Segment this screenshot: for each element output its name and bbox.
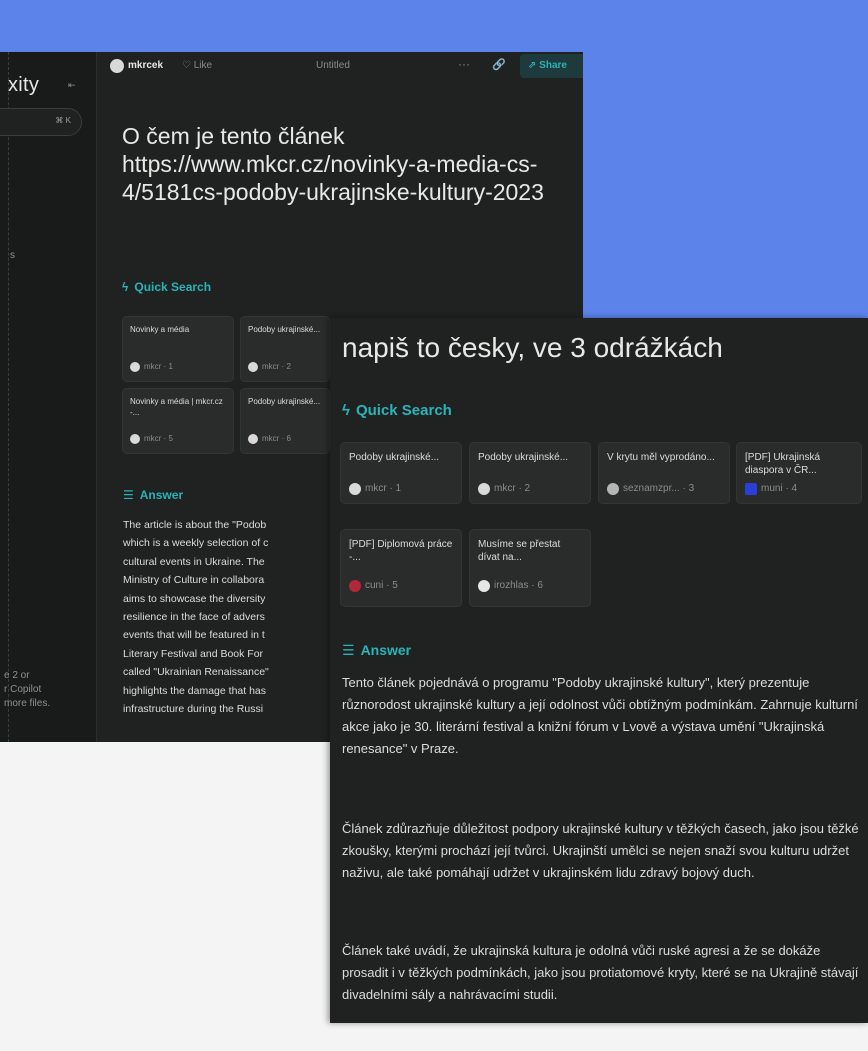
source-label: mkcr · 2: [494, 483, 531, 494]
favicon-icon: [478, 483, 490, 495]
perplexity-window-front: napiš to česky, ve 3 odrážkách ϟ Quick Se…: [330, 318, 868, 1023]
link-icon[interactable]: 🔗: [492, 58, 506, 71]
favicon-icon: [607, 483, 619, 495]
answer-heading: ☰ Answer: [342, 642, 412, 658]
answer-line: infrastructure during the Russi: [123, 703, 264, 716]
favicon-icon: [478, 580, 490, 592]
lightning-icon: ϟ: [122, 280, 129, 294]
answer-heading: ☰ Answer: [123, 488, 184, 502]
source-title: Podoby ukrajinské...: [478, 452, 569, 463]
source-card[interactable]: [PDF] Ukrajinská diaspora v ČR... muni ·…: [736, 442, 862, 504]
source-card[interactable]: Podoby ukrajinské... mkcr · 2: [469, 442, 591, 504]
brand-logo[interactable]: xity: [8, 74, 39, 97]
answer-line: Ministry of Culture in collabora: [123, 574, 265, 587]
source-card[interactable]: Podoby ukrajinské... mkcr · 6: [240, 388, 330, 454]
answer-paragraph: Článek zdůrazňuje důležitost podpory ukr…: [342, 821, 859, 880]
favicon-icon: [130, 362, 140, 372]
heart-icon: ♡: [182, 60, 191, 71]
source-card[interactable]: Podoby ukrajinské... mkcr · 2: [240, 316, 330, 382]
favicon-icon: [130, 434, 140, 444]
favicon-icon: [349, 580, 361, 592]
source-label: mkcr · 1: [365, 483, 402, 494]
source-card[interactable]: Musíme se přestat dívat na... irozhlas ·…: [469, 529, 591, 607]
favicon-icon: [349, 483, 361, 495]
source-title: Podoby ukrajinské...: [349, 452, 440, 463]
source-card[interactable]: Podoby ukrajinské... mkcr · 1: [340, 442, 462, 504]
source-label: cuni · 5: [365, 580, 398, 591]
sidebar-text-fragment: s: [10, 250, 15, 261]
answer-lines-icon: ☰: [342, 642, 355, 658]
source-label: mkcr · 2: [262, 362, 291, 371]
sidebar-text-fragment: e 2 or: [4, 670, 30, 681]
source-label: mkcr · 6: [262, 434, 291, 443]
share-icon: ⇗: [528, 60, 537, 71]
sidebar-text-fragment: r Copilot: [4, 684, 42, 695]
source-card[interactable]: Novinky a média | mkcr.cz -... mkcr · 5: [122, 388, 234, 454]
source-title: [PDF] Ukrajinská diaspora v ČR...: [745, 452, 821, 476]
source-card[interactable]: Novinky a média mkcr · 1: [122, 316, 234, 382]
answer-line: Literary Festival and Book For: [123, 647, 264, 660]
desktop-gray-bottom: [330, 1023, 868, 1051]
more-options-icon[interactable]: ···: [458, 57, 470, 71]
collapse-sidebar-icon[interactable]: ⇤: [68, 80, 76, 91]
user-avatar[interactable]: [110, 59, 124, 73]
question-heading: napiš to česky, ve 3 odrážkách: [342, 332, 723, 363]
answer-lines-icon: ☰: [123, 488, 134, 502]
favicon-icon: [248, 434, 258, 444]
source-title: V krytu měl vyprodáno...: [607, 452, 715, 463]
answer-line: resilience in the face of advers: [123, 611, 265, 624]
favicon-icon: [248, 362, 258, 372]
source-title: Novinky a média | mkcr.cz -...: [130, 397, 223, 417]
thread-title: Untitled: [316, 60, 350, 71]
share-button[interactable]: ⇗ Share: [520, 54, 583, 78]
quick-search-heading: ϟ Quick Search: [122, 280, 212, 294]
source-title: Musíme se přestat dívat na...: [478, 539, 561, 563]
new-thread-button[interactable]: ⌘ K: [0, 108, 82, 136]
answer-paragraph: Článek také uvádí, že ukrajinská kultura…: [342, 943, 859, 1002]
thread-topbar: mkrcek ♡ Like Untitled ··· 🔗 ⇗ Share: [96, 52, 583, 84]
answer-line: highlights the damage that has: [123, 684, 267, 697]
quick-search-heading: ϟ Quick Search: [342, 402, 452, 419]
source-card[interactable]: V krytu měl vyprodáno... seznamzpr... · …: [598, 442, 730, 504]
answer-paragraph: Tento článek pojednává o programu "Podob…: [342, 675, 858, 756]
like-button[interactable]: ♡ Like: [182, 60, 212, 71]
answer-line: events that will be featured in t: [123, 629, 265, 642]
source-title: Podoby ukrajinské...: [248, 325, 321, 334]
source-title: Podoby ukrajinské...: [248, 397, 321, 406]
answer-line: which is a weekly selection of c: [123, 537, 269, 550]
sidebar-dashed-border: [8, 52, 10, 742]
source-label: mkcr · 1: [144, 362, 173, 371]
source-label: irozhlas · 6: [494, 580, 543, 591]
desktop-gray-area: [0, 742, 330, 1051]
shortcut-badge: ⌘ K: [55, 116, 71, 125]
source-label: muni · 4: [761, 483, 798, 494]
question-heading: O čem je tento článek https://www.mkcr.c…: [122, 123, 544, 205]
source-card[interactable]: [PDF] Diplomová práce -... cuni · 5: [340, 529, 462, 607]
sidebar: xity ⇤ ⌘ K s e 2 or r Copilot more files…: [0, 52, 97, 742]
answer-line: called "Ukrainian Renaissance": [123, 666, 269, 679]
source-title: [PDF] Diplomová práce -...: [349, 539, 453, 563]
source-label: seznamzpr... · 3: [623, 483, 695, 494]
favicon-icon: [745, 483, 757, 495]
answer-text: The article is about the "Podob which is…: [123, 516, 363, 718]
sidebar-text-fragment: more files.: [4, 698, 51, 709]
username[interactable]: mkrcek: [128, 60, 163, 71]
source-title: Novinky a média: [130, 325, 190, 334]
answer-line: The article is about the "Podob: [123, 519, 267, 531]
answer-line: cultural events in Ukraine. The: [123, 555, 265, 568]
source-label: mkcr · 5: [144, 434, 173, 443]
answer-line: aims to showcase the diversity: [123, 592, 266, 605]
lightning-icon: ϟ: [342, 402, 350, 419]
